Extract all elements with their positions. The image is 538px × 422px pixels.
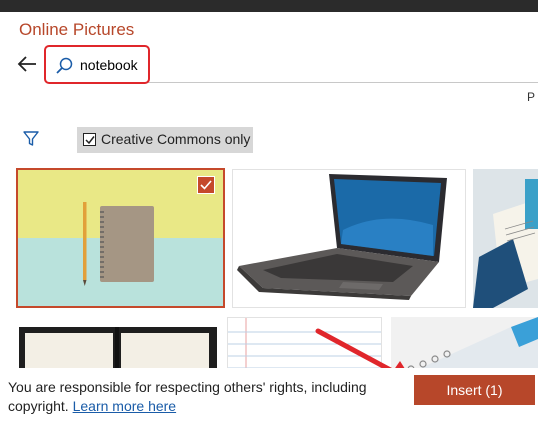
thumbnail-notebooks[interactable] xyxy=(473,169,538,308)
creative-commons-checkbox[interactable] xyxy=(83,133,96,146)
dialog-footer: You are responsible for respecting other… xyxy=(0,368,538,422)
search-input[interactable] xyxy=(80,57,380,73)
insert-button[interactable]: Insert (1) xyxy=(414,375,535,405)
disclaimer-text: You are responsible for respecting other… xyxy=(8,379,367,414)
filter-icon[interactable] xyxy=(22,130,40,148)
search-icon xyxy=(56,57,73,74)
rights-disclaimer: You are responsible for respecting other… xyxy=(8,378,398,416)
back-arrow-icon[interactable] xyxy=(16,54,38,74)
thumbnail-notebook-pencil[interactable] xyxy=(16,168,225,308)
selected-check-icon[interactable] xyxy=(197,176,215,194)
dialog-title: Online Pictures xyxy=(19,20,135,39)
notebooks-image xyxy=(473,169,538,308)
thumbnail-laptop[interactable] xyxy=(232,169,466,308)
learn-more-link[interactable]: Learn more here xyxy=(73,398,177,414)
truncated-label: P xyxy=(527,90,536,104)
window-top-bar xyxy=(0,0,538,12)
creative-commons-label: Creative Commons only xyxy=(101,131,251,147)
checkmark-icon xyxy=(85,136,95,145)
notebook-pencil-image xyxy=(18,170,223,306)
creative-commons-filter[interactable]: Creative Commons only xyxy=(77,127,253,153)
online-pictures-dialog: Online Pictures P Creative Commons only xyxy=(0,12,538,422)
laptop-image xyxy=(237,174,447,300)
